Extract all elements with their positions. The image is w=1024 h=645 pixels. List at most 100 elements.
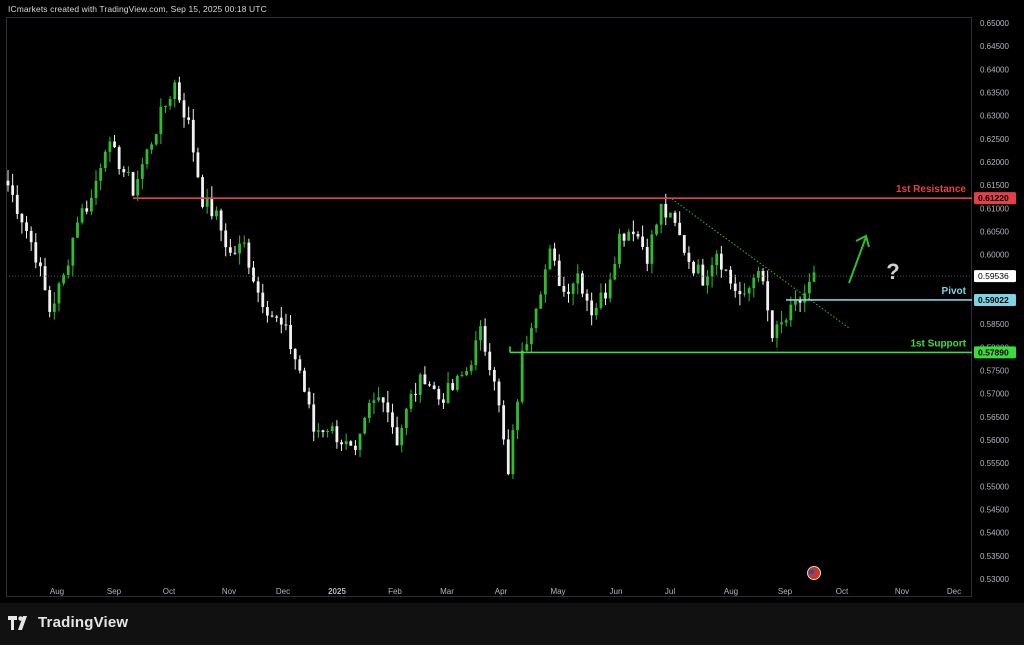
candle-body[interactable] — [404, 408, 408, 429]
candle-body[interactable] — [312, 404, 316, 432]
candle-body[interactable] — [599, 292, 603, 308]
candle-body[interactable] — [576, 273, 580, 284]
candle-body[interactable] — [326, 430, 330, 433]
candle-body[interactable] — [590, 300, 594, 316]
candle-body[interactable] — [460, 375, 464, 377]
candle-body[interactable] — [117, 147, 121, 170]
candle-body[interactable] — [150, 144, 153, 150]
candle-body[interactable] — [659, 203, 663, 225]
candle-body[interactable] — [469, 365, 473, 372]
candle-body[interactable] — [85, 208, 89, 212]
candle-body[interactable] — [645, 246, 649, 264]
candle-body[interactable] — [256, 281, 260, 293]
candle-body[interactable] — [372, 400, 376, 403]
candle-body[interactable] — [177, 82, 181, 101]
candle-body[interactable] — [20, 213, 24, 223]
candle-body[interactable] — [307, 391, 311, 405]
candle-body[interactable] — [571, 283, 575, 294]
candle-body[interactable] — [173, 82, 177, 100]
candle-body[interactable] — [242, 242, 246, 244]
candle-body[interactable] — [252, 267, 255, 282]
downtrend-line[interactable] — [671, 198, 851, 330]
candle-body[interactable] — [548, 248, 552, 270]
candle-body[interactable] — [719, 253, 723, 270]
candle-body[interactable] — [553, 248, 556, 261]
candle-body[interactable] — [530, 328, 533, 345]
candle-body[interactable] — [191, 119, 195, 153]
candle-body[interactable] — [154, 134, 158, 145]
candle-body[interactable] — [187, 117, 191, 120]
candle-body[interactable] — [743, 293, 746, 295]
candle-body[interactable] — [238, 243, 242, 254]
candle-body[interactable] — [298, 359, 302, 371]
candle-body[interactable] — [122, 169, 126, 173]
candle-body[interactable] — [76, 222, 79, 238]
candle-body[interactable] — [474, 340, 478, 366]
candle-body[interactable] — [789, 304, 793, 321]
candle-body[interactable] — [534, 308, 538, 329]
candle-body[interactable] — [6, 180, 10, 186]
candle-body[interactable] — [66, 265, 70, 275]
candle-body[interactable] — [803, 293, 807, 303]
forecast-arrow[interactable] — [848, 236, 867, 284]
candle-body[interactable] — [585, 293, 589, 301]
candle-body[interactable] — [201, 177, 204, 207]
candle-body[interactable] — [543, 269, 547, 295]
candle-body[interactable] — [25, 222, 28, 232]
candle-body[interactable] — [766, 281, 770, 311]
candle-body[interactable] — [34, 242, 38, 263]
candle-body[interactable] — [520, 350, 524, 402]
candle-body[interactable] — [650, 234, 654, 264]
candle-body[interactable] — [215, 210, 218, 217]
candle-body[interactable] — [228, 247, 232, 253]
candle-body[interactable] — [29, 231, 33, 243]
candle-body[interactable] — [261, 292, 265, 308]
candle-body[interactable] — [103, 151, 107, 169]
candle-body[interactable] — [636, 234, 640, 237]
candle-body[interactable] — [557, 260, 561, 286]
candle-body[interactable] — [747, 288, 751, 294]
candle-body[interactable] — [729, 269, 733, 284]
candle-body[interactable] — [604, 292, 607, 299]
candle-body[interactable] — [511, 430, 515, 475]
candle-body[interactable] — [488, 351, 492, 371]
candle-body[interactable] — [710, 265, 714, 277]
candle-body[interactable] — [293, 349, 297, 360]
candle-body[interactable] — [127, 172, 130, 174]
candle-body[interactable] — [210, 197, 214, 217]
candle-body[interactable] — [784, 320, 788, 323]
candle-body[interactable] — [442, 399, 445, 403]
candle-body[interactable] — [812, 272, 816, 282]
candle-body[interactable] — [71, 237, 75, 266]
candle-body[interactable] — [330, 426, 334, 431]
candle-body[interactable] — [349, 441, 353, 446]
candle-body[interactable] — [266, 307, 269, 316]
candle-body[interactable] — [289, 324, 292, 350]
candle-body[interactable] — [608, 279, 612, 299]
candle-body[interactable] — [94, 180, 98, 198]
candle-body[interactable] — [738, 290, 742, 295]
candle-body[interactable] — [219, 210, 223, 231]
candle-body[interactable] — [692, 261, 695, 274]
candle-body[interactable] — [113, 141, 116, 148]
candle-body[interactable] — [400, 428, 404, 446]
candle-body[interactable] — [196, 152, 200, 178]
candle-body[interactable] — [377, 397, 380, 401]
candle-body[interactable] — [687, 252, 691, 262]
candle-body[interactable] — [131, 172, 135, 196]
candle-body[interactable] — [465, 371, 468, 376]
candle-body[interactable] — [303, 370, 306, 392]
candle-body[interactable] — [423, 374, 427, 385]
candle-body[interactable] — [618, 233, 621, 264]
candle-body[interactable] — [89, 197, 93, 212]
candle-body[interactable] — [506, 439, 510, 475]
candle-body[interactable] — [613, 263, 617, 280]
candle-body[interactable] — [57, 283, 61, 304]
candle-body[interactable] — [145, 149, 149, 165]
brand[interactable]: TradingView — [8, 614, 128, 631]
candle-body[interactable] — [275, 316, 279, 318]
candle-body[interactable] — [363, 417, 367, 434]
candle-body[interactable] — [807, 281, 811, 294]
candle-body[interactable] — [409, 393, 413, 409]
candle-body[interactable] — [80, 208, 84, 223]
